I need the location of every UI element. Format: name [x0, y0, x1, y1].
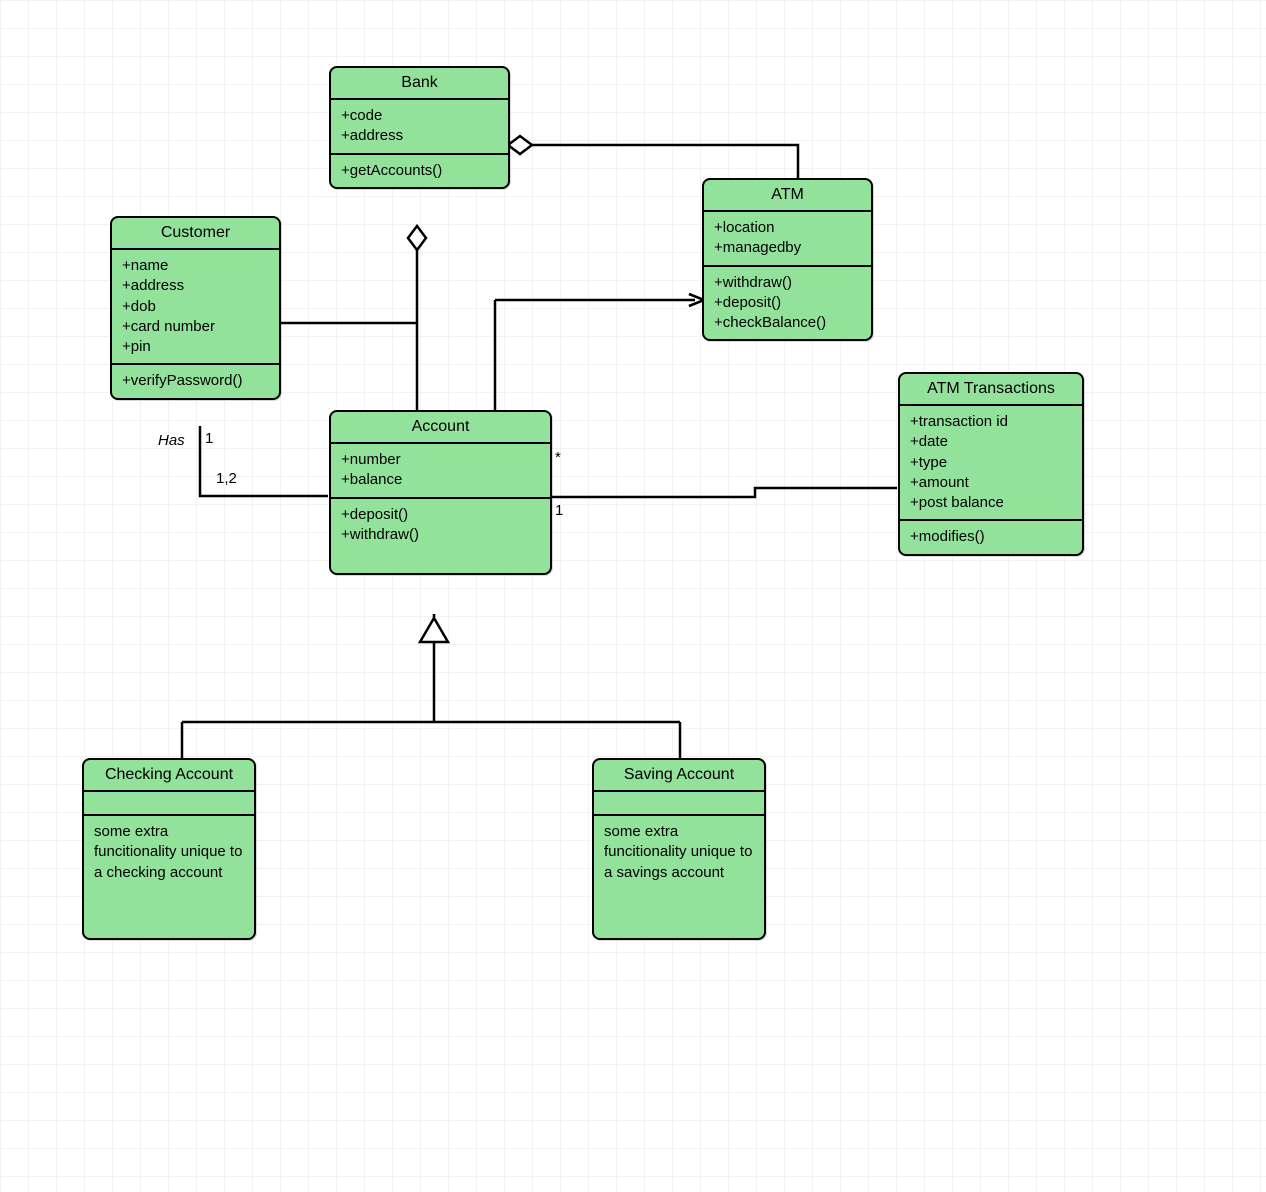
class-saving-account[interactable]: Saving Account some extra funcitionality…: [592, 758, 766, 940]
class-attrs: +name +address +dob +card number +pin: [112, 250, 279, 365]
class-note: some extra funcitionality unique to a sa…: [594, 816, 764, 938]
class-title: Bank: [331, 68, 508, 100]
class-attrs-empty: [594, 792, 764, 816]
class-attrs: +transaction id +date +type +amount +pos…: [900, 406, 1082, 521]
class-attrs: +number +balance: [331, 444, 550, 499]
class-account[interactable]: Account +number +balance +deposit() +wit…: [329, 410, 552, 575]
class-note: some extra funcitionality unique to a ch…: [84, 816, 254, 938]
label-has: Has: [158, 432, 185, 449]
class-atm-transactions[interactable]: ATM Transactions +transaction id +date +…: [898, 372, 1084, 556]
label-one-two: 1,2: [216, 470, 237, 487]
class-attrs-empty: [84, 792, 254, 816]
class-ops: +verifyPassword(): [112, 365, 279, 397]
label-one: 1: [205, 430, 213, 447]
class-ops: +withdraw() +deposit() +checkBalance(): [704, 267, 871, 340]
label-one-b: 1: [555, 502, 563, 519]
class-bank[interactable]: Bank +code +address +getAccounts(): [329, 66, 510, 189]
class-ops: +getAccounts(): [331, 155, 508, 187]
label-star: *: [555, 449, 561, 466]
class-ops: +deposit() +withdraw(): [331, 499, 550, 574]
class-title: Checking Account: [84, 760, 254, 792]
class-title: Customer: [112, 218, 279, 250]
class-atm[interactable]: ATM +location +managedby +withdraw() +de…: [702, 178, 873, 341]
class-title: Account: [331, 412, 550, 444]
diagram-canvas: Bank +code +address +getAccounts() Custo…: [0, 0, 1266, 1192]
connectors-layer: [0, 0, 1266, 1192]
class-title: ATM: [704, 180, 871, 212]
class-ops: +modifies(): [900, 521, 1082, 553]
class-attrs: +code +address: [331, 100, 508, 155]
class-attrs: +location +managedby: [704, 212, 871, 267]
class-checking-account[interactable]: Checking Account some extra funcitionali…: [82, 758, 256, 940]
class-title: ATM Transactions: [900, 374, 1082, 406]
class-title: Saving Account: [594, 760, 764, 792]
class-customer[interactable]: Customer +name +address +dob +card numbe…: [110, 216, 281, 400]
